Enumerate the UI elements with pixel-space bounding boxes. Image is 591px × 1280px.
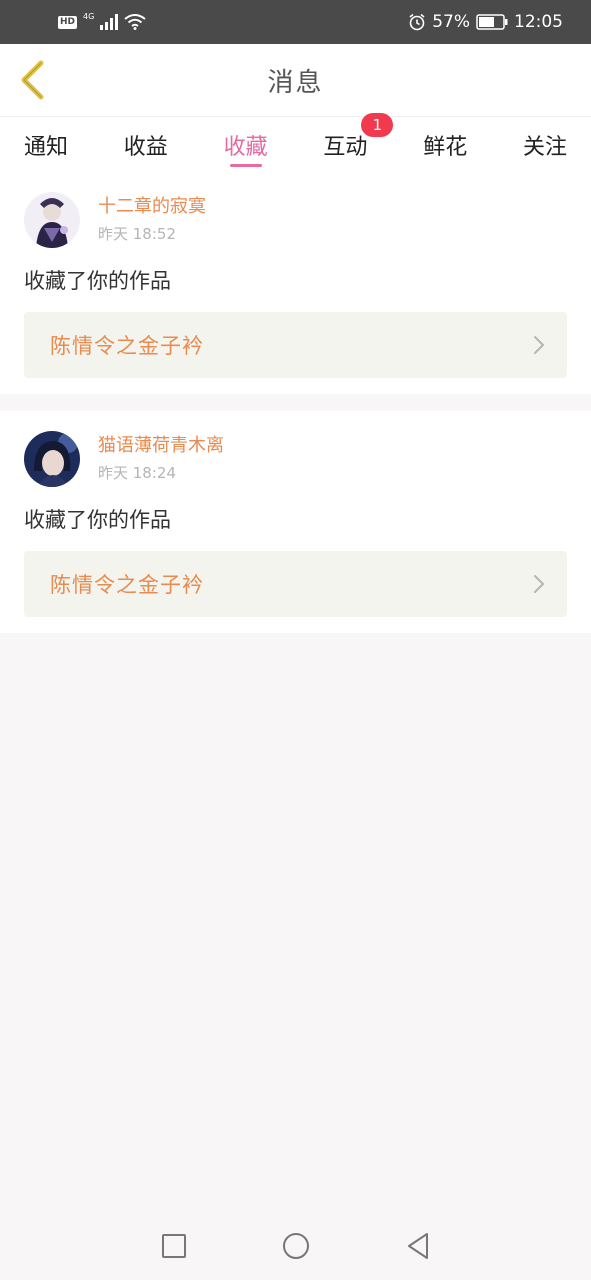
work-link[interactable]: 陈情令之金子衿 [24, 551, 567, 617]
avatar[interactable] [24, 431, 80, 487]
tab-label: 收益 [123, 134, 168, 160]
home-button[interactable] [282, 1232, 310, 1260]
clock: 12:05 [514, 12, 563, 32]
avatar-image [24, 192, 80, 248]
battery-percent: 57% [432, 12, 470, 32]
user-name[interactable]: 猫语薄荷青木离 [98, 434, 224, 458]
back-nav-button[interactable] [404, 1232, 432, 1260]
chevron-right-icon [534, 575, 545, 593]
status-bar: HD 4G 57% 12:05 [0, 0, 591, 44]
message-time: 昨天 18:52 [98, 225, 176, 243]
back-triangle-icon [407, 1233, 428, 1259]
message-card: 猫语薄荷青木离 昨天 18:24 收藏了你的作品 陈情令之金子衿 [0, 411, 591, 633]
header: 消息 [0, 44, 591, 116]
tab-bar: 通知 收益 收藏 互动 1 鲜花 关注 [0, 112, 591, 173]
tab-label: 鲜花 [423, 134, 468, 160]
tab-interactions[interactable]: 互动 1 [323, 112, 394, 173]
chevron-left-icon [21, 60, 44, 100]
signal-icon [100, 14, 119, 30]
tab-favorites[interactable]: 收藏 [224, 117, 268, 173]
message-meta: 猫语薄荷青木离 昨天 18:24 [98, 434, 224, 484]
tab-label: 互动 [323, 134, 368, 160]
hd-icon: HD [58, 15, 78, 29]
message-header: 十二章的寂寞 昨天 18:52 [24, 192, 567, 248]
status-left: HD 4G [58, 11, 146, 30]
tab-label: 收藏 [223, 134, 268, 160]
message-list: 十二章的寂寞 昨天 18:52 收藏了你的作品 陈情令之金子衿 猫语薄荷青木离 … [0, 172, 591, 633]
recent-apps-icon [161, 1234, 186, 1258]
battery-icon [476, 14, 508, 30]
home-icon [282, 1233, 309, 1259]
alarm-icon [409, 13, 425, 31]
system-nav-bar [0, 1212, 591, 1280]
work-title: 陈情令之金子衿 [50, 573, 204, 597]
avatar[interactable] [24, 192, 80, 248]
recent-apps-button[interactable] [160, 1232, 188, 1260]
chevron-right-icon [534, 336, 545, 354]
message-card: 十二章的寂寞 昨天 18:52 收藏了你的作品 陈情令之金子衿 [0, 172, 591, 394]
page-title: 消息 [267, 67, 324, 98]
message-text: 收藏了你的作品 [24, 269, 171, 293]
tab-label: 通知 [24, 134, 69, 160]
tab-flowers[interactable]: 鲜花 [423, 117, 467, 173]
user-name[interactable]: 十二章的寂寞 [98, 195, 206, 219]
tab-earnings[interactable]: 收益 [124, 117, 168, 173]
network-type: 4G [83, 11, 95, 21]
work-title: 陈情令之金子衿 [50, 334, 204, 358]
message-meta: 十二章的寂寞 昨天 18:52 [98, 195, 206, 245]
message-header: 猫语薄荷青木离 昨天 18:24 [24, 431, 567, 487]
tab-notifications[interactable]: 通知 [24, 117, 68, 173]
back-button[interactable] [16, 60, 48, 100]
tab-follows[interactable]: 关注 [523, 117, 567, 173]
message-time: 昨天 18:24 [98, 464, 176, 482]
status-right: 57% 12:05 [408, 12, 563, 32]
avatar-image [24, 431, 80, 487]
tab-label: 关注 [522, 134, 567, 160]
work-link[interactable]: 陈情令之金子衿 [24, 312, 567, 378]
unread-badge: 1 [361, 112, 394, 137]
message-text: 收藏了你的作品 [24, 508, 171, 532]
wifi-icon [124, 14, 146, 30]
